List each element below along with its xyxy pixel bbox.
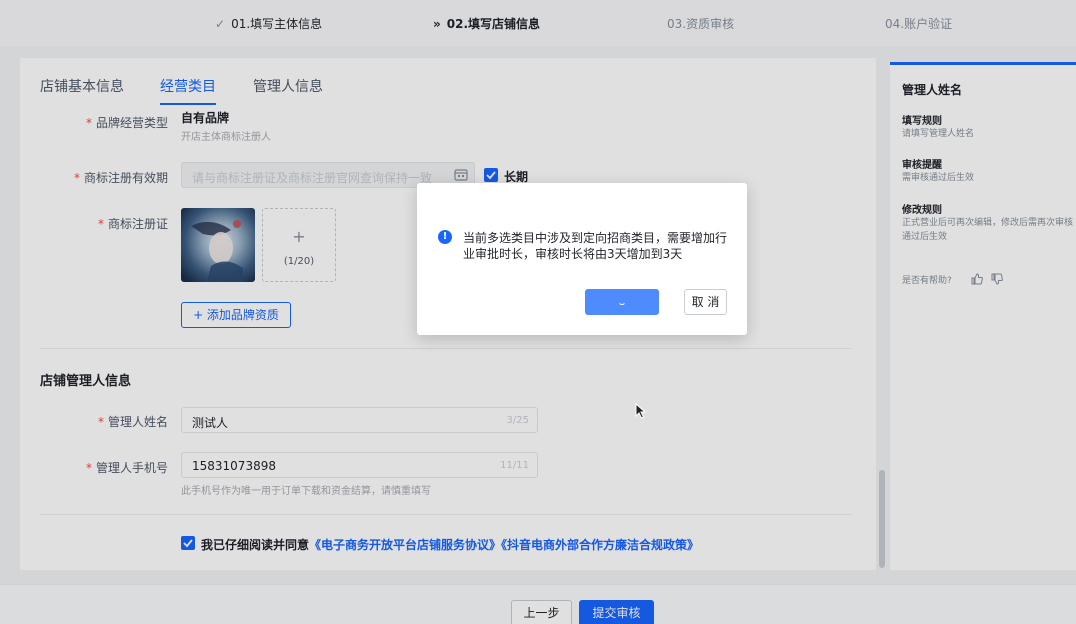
cancel-button[interactable]: 取 消 bbox=[684, 289, 727, 315]
info-icon: ! bbox=[438, 230, 452, 244]
mouse-cursor-icon bbox=[635, 403, 647, 419]
loading-spinner-icon bbox=[618, 297, 626, 305]
confirm-dialog: ! 当前多选类目中涉及到定向招商类目，需要增加行业审批时长，审核时长将由3天增加… bbox=[417, 183, 747, 335]
confirm-button-loading[interactable] bbox=[585, 289, 659, 315]
dialog-message: 当前多选类目中涉及到定向招商类目，需要增加行业审批时长，审核时长将由3天增加到3… bbox=[463, 231, 728, 261]
